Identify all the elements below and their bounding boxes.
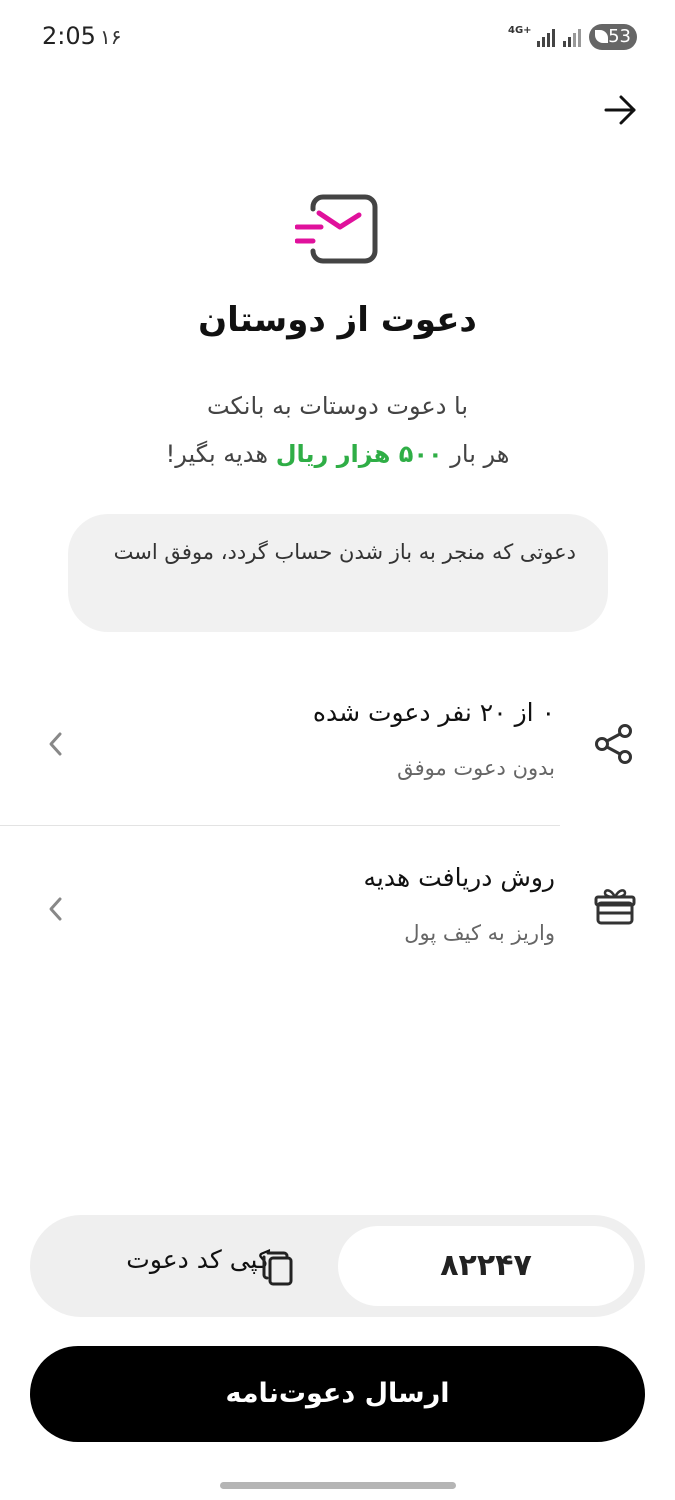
back-arrow-icon[interactable] [600,90,640,130]
divider [0,825,560,826]
battery-indicator: 53 [589,24,637,50]
battery-level: 53 [608,26,631,47]
invite-friends-screen: 2:05 ۱۶ 4G+ 53 دعوت از دوستان با دعوت دو… [0,0,675,1500]
status-bar: 2:05 ۱۶ 4G+ 53 [0,0,675,76]
reward-method-value: واریز به کیف پول [404,921,555,945]
invite-code-value: ۸۲۲۴۷ [338,1226,634,1306]
reward-amount: ۵۰۰ هزار ریال [275,440,443,468]
page-title: دعوت از دوستان [198,300,477,340]
copy-code-button[interactable]: کپی کد دعوت [60,1215,330,1317]
subtitle-line-2: هر بار ۵۰۰ هزار ریال هدیه بگیر! [0,440,675,468]
subtitle-prefix: هر بار [450,440,510,468]
subtitle-line-1: با دعوت دوستات به بانکت [206,392,469,420]
chevron-left-icon [49,897,62,921]
invited-count-title: ۰ از ۲۰ نفر دعوت شده [312,698,555,727]
chevron-left-icon [49,732,62,756]
invited-friends-row[interactable]: ۰ از ۲۰ نفر دعوت شده بدون دعوت موفق [0,670,675,820]
copy-icon [262,1251,293,1286]
status-time: 2:05 [42,22,96,50]
share-icon [595,724,632,764]
reward-method-row[interactable]: روش دریافت هدیه واریز به کیف پول [0,835,675,985]
invite-mail-icon [295,194,378,264]
info-bubble: دعوتی که منجر به باز شدن حساب گردد، موفق… [68,514,608,632]
home-indicator[interactable] [220,1482,456,1489]
subtitle-suffix: هدیه بگیر! [165,440,269,468]
invite-code-bar: کپی کد دعوت ۸۲۲۴۷ [30,1215,645,1317]
send-invitation-button[interactable]: ارسال دعوت‌نامه [30,1346,645,1442]
signal-icon [563,29,581,47]
network-type: 4G+ [508,25,532,36]
copy-code-label: کپی کد دعوت [126,1245,270,1274]
invited-status: بدون دعوت موفق [397,756,555,780]
reward-method-title: روش دریافت هدیه [363,863,555,892]
battery-saver-icon [595,30,608,43]
gift-icon [594,889,636,925]
status-date: ۱۶ [100,25,122,49]
signal-icon [537,29,555,47]
